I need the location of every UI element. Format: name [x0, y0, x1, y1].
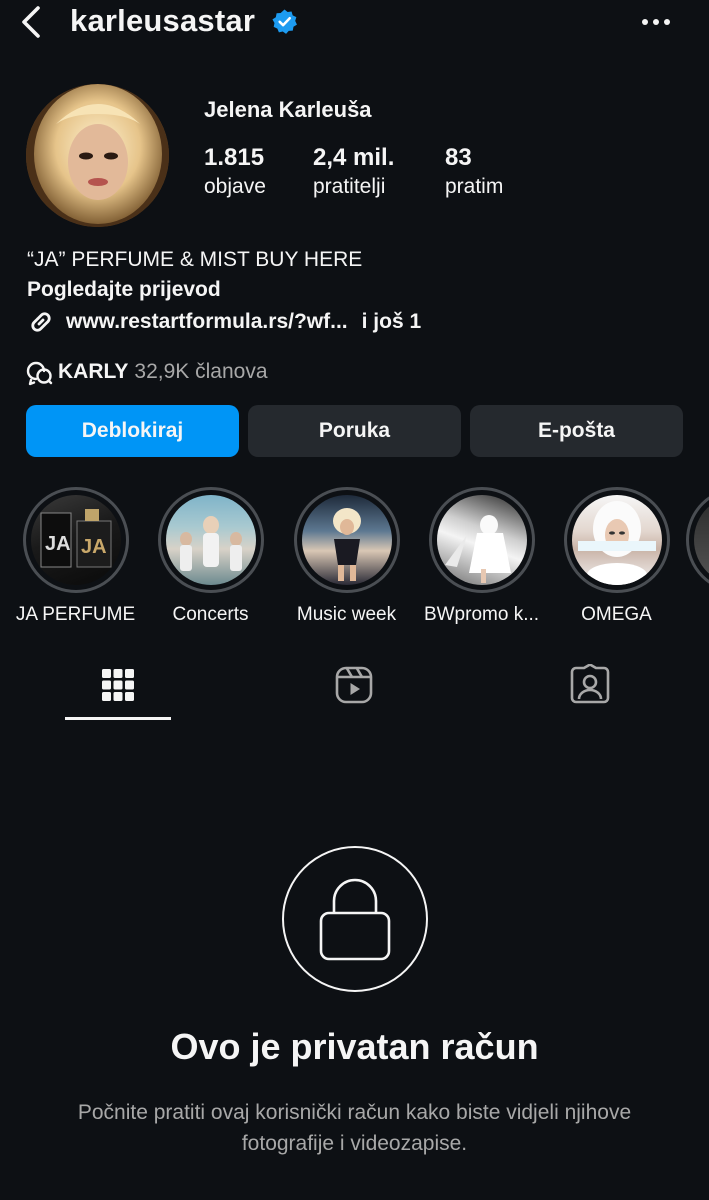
following-count[interactable]: 83 pratim [445, 143, 503, 201]
display-name: Jelena Karleuša [204, 97, 372, 122]
highlight-music-week[interactable]: Music week [279, 487, 414, 627]
highlight-partial[interactable] [686, 487, 709, 593]
posts-count-label: objave [204, 175, 266, 198]
posts-count-value: 1.815 [204, 144, 265, 171]
bio-link-row[interactable]: www.restartformula.rs/?wf... i još 1 [26, 306, 421, 338]
highlight-label: Music week [296, 604, 397, 625]
verified-badge-icon [272, 9, 297, 34]
email-button[interactable]: E-pošta [470, 405, 683, 457]
svg-text:JA: JA [45, 533, 71, 555]
followers-count-label: pratitelji [313, 175, 386, 198]
highlight-label: Concerts [172, 604, 249, 625]
svg-text:JA: JA [81, 536, 107, 558]
bwpromo-photo-icon [444, 515, 511, 583]
highlight-label: JA PERFUME [15, 604, 136, 625]
avatar-portrait-icon [26, 84, 169, 227]
broadcast-channel-icon [26, 361, 53, 386]
bio-link-more[interactable]: i još 1 [362, 308, 422, 336]
back-chevron-icon[interactable] [16, 4, 48, 40]
active-tab-indicator [65, 717, 171, 720]
message-button[interactable]: Poruka [248, 405, 461, 457]
followers-count[interactable]: 2,4 mil. pratitelji [313, 143, 394, 201]
more-options-icon[interactable] [638, 10, 674, 34]
concert-photo-icon [179, 516, 242, 571]
highlight-omega[interactable]: OMEGA [549, 487, 684, 627]
posts-count: 1.815 objave [204, 143, 266, 201]
profile-avatar[interactable] [26, 84, 169, 227]
reels-icon[interactable] [334, 664, 374, 706]
tagged-icon[interactable] [570, 664, 610, 706]
perfume-bottle-icon: JA JA [40, 509, 111, 568]
broadcast-channel-row[interactable]: KARLY 32,9K članova [26, 356, 268, 388]
lock-icon [319, 878, 391, 961]
channel-member-count: 32,9K članova [134, 360, 268, 383]
highlight-ja-perfume[interactable]: JA JA JA PERFUME [8, 487, 143, 627]
private-account-subtitle: Počnite pratiti ovaj korisnički račun ka… [77, 1101, 632, 1155]
grid-icon[interactable] [98, 664, 138, 706]
highlight-label: BWpromo k... [423, 604, 540, 625]
highlight-bwpromo[interactable]: BWpromo k... [414, 487, 549, 627]
profile-username: karleusastar [70, 3, 256, 38]
music-week-photo-icon [332, 508, 361, 581]
highlight-concerts[interactable]: Concerts [143, 487, 278, 627]
private-account-title: Ovo je privatan račun [170, 1026, 539, 1067]
followers-count-value: 2,4 mil. [313, 144, 395, 171]
bio-link-url[interactable]: www.restartformula.rs/?wf... [66, 308, 348, 336]
following-count-value: 83 [445, 144, 472, 171]
channel-name: KARLY [58, 360, 129, 383]
unblock-button[interactable]: Deblokiraj [26, 405, 239, 457]
link-icon [31, 312, 51, 332]
highlight-label: OMEGA [581, 604, 652, 625]
omega-photo-icon [577, 501, 656, 585]
see-translation-link[interactable]: Pogledajte prijevod [27, 276, 221, 304]
following-count-label: pratim [445, 175, 504, 198]
bio-text: “JA” PERFUME & MIST BUY HERE [27, 248, 363, 271]
